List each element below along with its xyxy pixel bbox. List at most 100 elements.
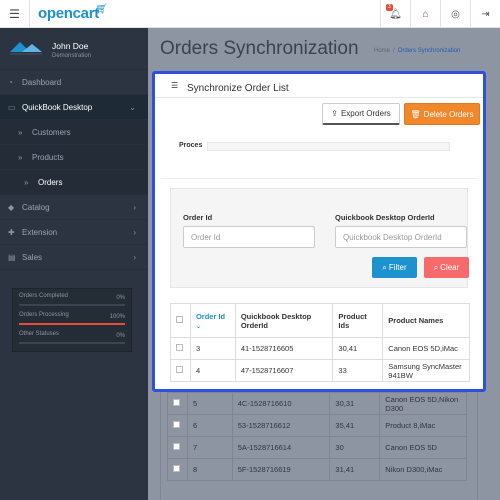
filter-box: Order Id Order Id Quickbook Desktop Orde… — [170, 188, 469, 288]
notifications-button[interactable]: 3 🔔︎ — [380, 0, 410, 28]
search-icon: ⌕ — [433, 262, 439, 272]
profile-name: John Doe — [52, 41, 89, 51]
table-row[interactable]: 3 41-1528716605 30,41 Canon EOS 5D,iMac — [170, 337, 470, 360]
search-icon: ⌕ — [382, 262, 387, 272]
table-row[interactable]: 7 5A-1528716614 30 Canon EOS 5D — [167, 436, 467, 459]
avatar — [10, 42, 42, 55]
trash-icon: 🗑︎ — [410, 109, 421, 119]
sidebar-item-sales[interactable]: ▤ Sales › — [0, 245, 148, 270]
filter-button[interactable]: ⌕ Filter — [372, 257, 417, 278]
synchronize-order-panel: ☰ Synchronize Order List ⇪ Export Orders… — [152, 71, 486, 392]
stat-progress-bar — [19, 304, 125, 306]
sidebar-item-catalog[interactable]: ◆ Catalog › — [0, 195, 148, 220]
upload-icon: ⇪ — [331, 109, 338, 118]
stat-percent: 100% — [109, 314, 125, 320]
breadcrumb-home[interactable]: Home — [374, 48, 390, 54]
qb-order-id-input[interactable]: Quickbook Desktop OrderId — [335, 226, 467, 248]
cell-qb-order-id: 41-1528716605 — [234, 337, 334, 360]
stat-label: Orders Processing — [19, 312, 69, 318]
sidebar-item-label: Orders — [38, 177, 63, 187]
help-button[interactable]: ◎ — [440, 0, 470, 28]
row-checkbox[interactable] — [173, 421, 180, 428]
export-orders-button[interactable]: ⇪ Export Orders — [322, 103, 400, 125]
row-select-cell — [170, 337, 191, 360]
table-row[interactable]: 5 4C-1528716610 30,31 Canon EOS 5D,Nikon D3… — [167, 392, 467, 415]
sidebar-item-dashboard[interactable]: ◔ Dashboard — [0, 70, 148, 95]
cell-product-names: Canon EOS 5D,Nikon D300 — [379, 392, 467, 415]
clear-button-label: Clear — [440, 263, 460, 272]
table-continuation: 5 4C-1528716610 30,31 Canon EOS 5D,Nikon D3… — [167, 392, 467, 481]
export-orders-label: Export Orders — [340, 109, 391, 118]
row-checkbox[interactable] — [173, 443, 180, 450]
chevron-down-icon: ⌄ — [129, 102, 136, 112]
sidebar-item-customers[interactable]: » Customers — [0, 120, 148, 145]
cell-order-id: 6 — [186, 414, 233, 437]
breadcrumb-current[interactable]: Orders Synchronization — [398, 48, 461, 54]
cell-product-ids: 30,41 — [332, 337, 384, 360]
sidebar-item-label: Customers — [32, 127, 71, 137]
stat-orders-processing: Orders Processing 100% — [19, 312, 125, 331]
cell-product-names: Canon EOS 5D — [379, 436, 467, 459]
row-checkbox[interactable] — [173, 399, 180, 406]
page-title: Orders Synchronization — [160, 38, 359, 59]
puzzle-icon: ✚ — [8, 227, 15, 237]
sort-down-icon: ⌄ — [195, 323, 201, 330]
sidebar-item-label: Dashboard — [22, 77, 62, 87]
table-header-row: Order Id ⌄ Quickbook Desktop OrderId Pro… — [170, 303, 470, 338]
cell-product-ids: 30,31 — [329, 392, 381, 415]
row-checkbox[interactable] — [173, 465, 180, 472]
qb-order-id-label: Quickbook Desktop OrderId — [335, 213, 435, 222]
chevron-right-icon: › — [133, 227, 136, 237]
row-checkbox[interactable] — [176, 366, 183, 373]
home-icon: ⌂ — [422, 8, 429, 20]
cell-order-id: 8 — [186, 458, 233, 481]
cell-qb-order-id: 4C-1528716610 — [231, 392, 331, 415]
order-id-input[interactable]: Order Id — [183, 226, 315, 248]
cart-icon: ▤ — [8, 252, 16, 262]
home-button[interactable]: ⌂ — [410, 0, 440, 28]
double-chevron-right-icon: » — [24, 177, 29, 187]
user-profile[interactable]: John Doe Demonstration — [0, 28, 148, 70]
stat-percent: 0% — [116, 333, 125, 339]
list-icon: ☰ — [171, 81, 179, 90]
sidebar-item-label: Catalog — [22, 202, 50, 212]
select-all-checkbox[interactable] — [176, 316, 183, 323]
row-select-cell — [167, 392, 188, 415]
panel-heading: ☰ Synchronize Order List — [155, 74, 483, 98]
cell-order-id: 4 — [189, 359, 236, 382]
sidebar-item-products[interactable]: » Products — [0, 145, 148, 170]
column-header-product-names: Product Names — [382, 303, 470, 338]
order-stats: Orders Completed 0% Orders Processing 10… — [12, 288, 132, 352]
cell-qb-order-id: 47-1528716607 — [234, 359, 334, 382]
profile-role: Demonstration — [52, 53, 92, 59]
cell-product-ids: 35,41 — [329, 414, 381, 437]
sidebar-item-orders[interactable]: » Orders — [0, 170, 148, 195]
cell-product-names: Samsung SyncMaster 941BW — [382, 359, 470, 382]
table-row[interactable]: 8 5F-1528716619 31,41 Nikon D300,iMac — [167, 458, 467, 481]
divider — [161, 178, 477, 179]
row-checkbox[interactable] — [176, 344, 183, 351]
opencart-logo[interactable]: opencart — [38, 5, 99, 22]
table-row[interactable]: 6 53-1528716612 35,41 Product 8,iMac — [167, 414, 467, 437]
cell-product-ids: 30 — [329, 436, 381, 459]
row-select-cell — [167, 436, 188, 459]
double-chevron-right-icon: » — [18, 152, 23, 162]
breadcrumb: Home / Orders Synchronization — [374, 48, 461, 54]
filter-button-label: Filter — [388, 263, 407, 272]
tag-icon: ◆ — [8, 202, 15, 212]
row-select-cell — [170, 359, 191, 382]
cell-order-id: 7 — [186, 436, 233, 459]
sidebar-item-extension[interactable]: ✚ Extension › — [0, 220, 148, 245]
chevron-right-icon: › — [133, 202, 136, 212]
cell-qb-order-id: 5F-1528716619 — [231, 458, 331, 481]
menu-toggle-button[interactable]: ☰ — [0, 0, 30, 28]
cell-product-ids: 31,41 — [329, 458, 381, 481]
logout-button[interactable]: ⇥ — [470, 0, 500, 28]
column-header-order-id[interactable]: Order Id ⌄ — [189, 303, 236, 338]
menu-icon: ☰ — [9, 7, 20, 21]
table-row[interactable]: 4 47-1528716607 33 Samsung SyncMaster 941BW — [170, 359, 470, 382]
clear-button[interactable]: ⌕ Clear — [424, 257, 469, 278]
sidebar-item-quickbook-desktop[interactable]: ▭ QuickBook Desktop ⌄ — [0, 95, 148, 120]
row-select-cell — [167, 458, 188, 481]
delete-orders-button[interactable]: 🗑︎ Delete Orders — [404, 103, 480, 125]
